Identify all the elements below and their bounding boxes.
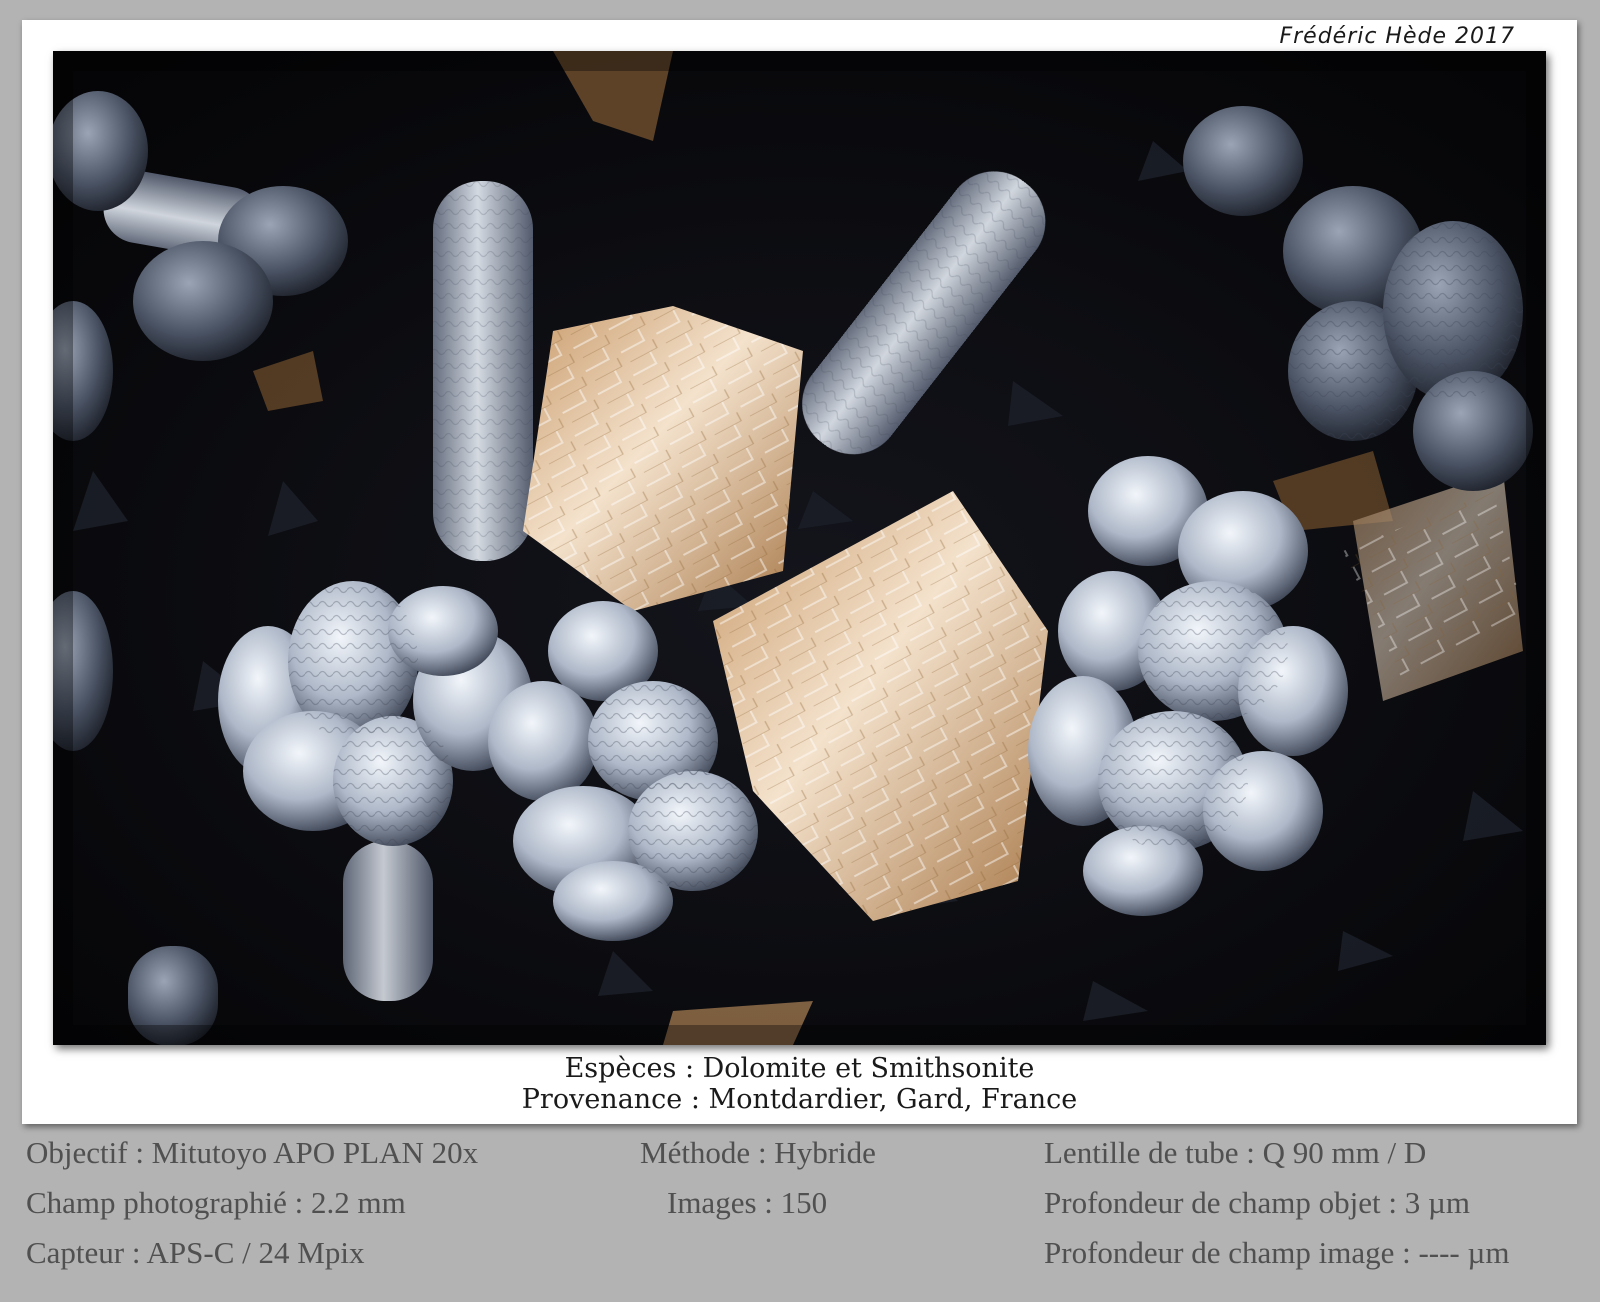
method-spec: Méthode : Hybride (640, 1135, 876, 1170)
provenance-label: Provenance : Montdardier, Gard, France (521, 1084, 1078, 1115)
photo-card: Frédéric Hède 2017 Espèces: Dolomite et… (22, 20, 1577, 1124)
specs-column-optics: Objectif : Mitutoyo APO PLAN 20x Champ p… (26, 1128, 478, 1278)
specs-column-method: Méthode : Hybride Images : 150 (640, 1128, 876, 1228)
images-spec: Images : 150 (667, 1185, 828, 1220)
dof-object-spec: Profondeur de champ objet : 3 µm (1044, 1185, 1470, 1220)
sensor-spec: Capteur : APS-C / 24 Mpix (26, 1235, 365, 1270)
mineral-photo-art (53, 51, 1546, 1045)
dof-image-spec: Profondeur de champ image : ---- µm (1044, 1235, 1510, 1270)
photographer-signature: Frédéric Hède 2017 (1279, 24, 1515, 49)
field-spec: Champ photographié : 2.2 mm (26, 1185, 406, 1220)
species-label: Espèces : Dolomite et Smithsonite (564, 1053, 1035, 1084)
objective-spec: Objectif : Mitutoyo APO PLAN 20x (26, 1135, 479, 1170)
mineral-photo (53, 51, 1546, 1045)
tube-lens-spec: Lentille de tube : Q 90 mm / D (1044, 1135, 1427, 1170)
photo-caption: Espèces : Dolomite et Smithsonite Proven… (22, 1053, 1577, 1115)
technical-specs: Objectif : Mitutoyo APO PLAN 20x Champ p… (0, 1128, 1600, 1302)
specs-column-depth: Lentille de tube : Q 90 mm / D Profondeu… (1044, 1128, 1509, 1278)
